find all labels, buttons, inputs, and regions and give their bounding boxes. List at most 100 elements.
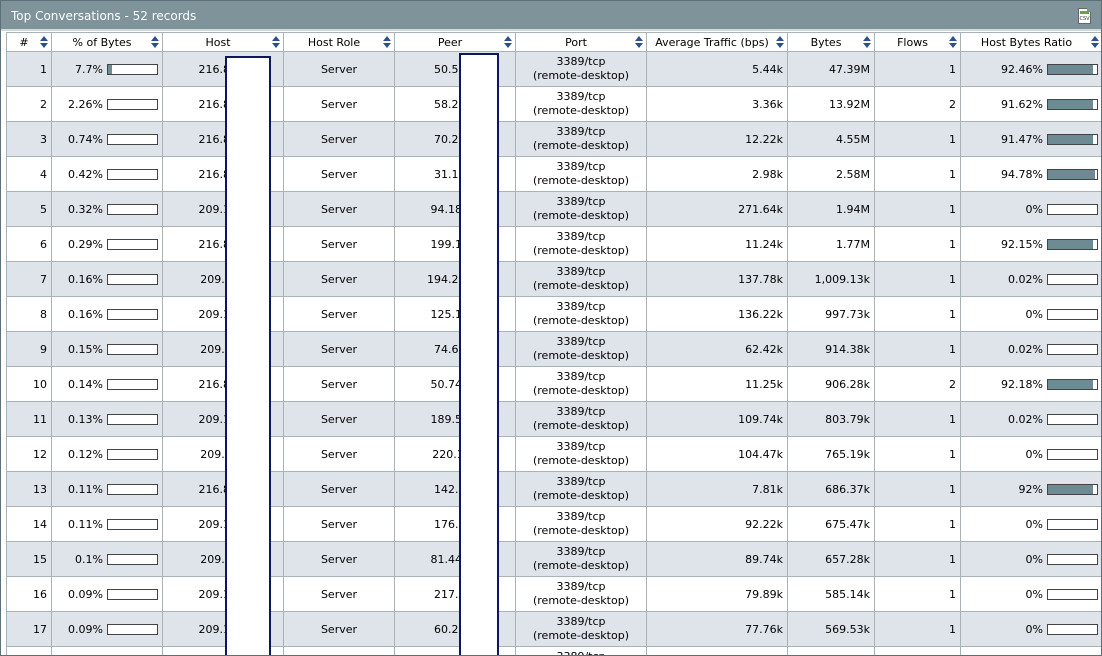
port-number: 3389/tcp <box>520 650 642 655</box>
table-row[interactable]: 7 0.16% 209.182 Server 194.225.2 3389/tcp (rem… <box>6 261 1101 297</box>
pct-bytes-value: 0.1% <box>75 552 103 566</box>
sort-icon[interactable] <box>949 36 957 48</box>
avg-traffic-cell: 89.74k <box>646 541 788 577</box>
flows-cell: 1 <box>874 261 961 297</box>
host-bytes-ratio-wrap: 0% <box>965 553 1098 566</box>
sort-icon[interactable] <box>383 36 391 48</box>
pct-bytes-wrap: 0.74% <box>56 133 158 146</box>
flows-cell: 1 <box>874 576 961 612</box>
flows-cell: 1 <box>874 506 961 542</box>
port-service: (remote-desktop) <box>532 454 629 467</box>
row-number: 18 <box>6 646 52 655</box>
col-header-label: % of Bytes <box>72 35 132 49</box>
conversations-table: # % of Bytes Host Host Role Peer Port Av… <box>6 32 1101 655</box>
table-row[interactable]: 2 2.26% 216.83.1 Server 58.218. 3389/tcp (remo… <box>6 86 1101 122</box>
table-row[interactable]: 8 0.16% 209.182. Server 125.126. 3389/tcp (rem… <box>6 296 1101 332</box>
port-number: 3389/tcp <box>556 440 606 453</box>
pct-bytes-bar <box>107 378 158 390</box>
avg-traffic-cell: 3.36k <box>646 86 788 122</box>
port-cell-wrap: 3389/tcp(remote-desktop) <box>520 230 642 258</box>
host-bytes-ratio-bar <box>1047 483 1098 495</box>
col-header-pct-bytes[interactable]: % of Bytes <box>51 32 163 52</box>
col-header-host-bytes-ratio[interactable]: Host Bytes Ratio <box>960 32 1101 52</box>
host-bytes-ratio-bar <box>1047 518 1098 530</box>
col-header-peer[interactable]: Peer <box>394 32 516 52</box>
host-role-cell: Server <box>283 611 395 647</box>
table-row[interactable]: 13 0.11% 216.83.1 Server 142.0.1 3389/tcp (rem… <box>6 471 1101 507</box>
avg-traffic-cell: 104.47k <box>646 436 788 472</box>
port-service: (remote-desktop) <box>532 349 629 362</box>
table-row[interactable]: 4 0.42% 216.83.1 Server 31.18.9 3389/tcp (remo… <box>6 156 1101 192</box>
row-number: 8 <box>6 296 52 332</box>
port-number: 3389/tcp <box>556 405 606 418</box>
table-row[interactable]: 11 0.13% 209.182. Server 189.55.3 3389/tcp (re… <box>6 401 1101 437</box>
table-row[interactable]: 17 0.09% 209.182. Server 60.28.1 3389/tcp (rem… <box>6 611 1101 647</box>
host-bytes-ratio-wrap: 0% <box>965 623 1098 636</box>
col-header-avg-traffic[interactable]: Average Traffic (bps) <box>646 32 788 52</box>
pct-bytes-bar <box>107 168 158 180</box>
table-row[interactable]: 10 0.14% 216.83.1 Server 50.74.18 3389/tcp (re… <box>6 366 1101 402</box>
sort-icon[interactable] <box>504 36 512 48</box>
port-cell-wrap: 3389/tcp(remote-desktop) <box>520 405 642 433</box>
host-bytes-ratio-bar <box>1047 448 1098 460</box>
sort-icon[interactable] <box>1091 36 1099 48</box>
host-role-cell: Server <box>283 86 395 122</box>
host-role-cell: Server <box>283 401 395 437</box>
table-row[interactable]: 12 0.12% 209.182 Server 220.117 3389/tcp (remo… <box>6 436 1101 472</box>
port-cell-wrap: 3389/tcp(remote-desktop) <box>520 440 642 468</box>
flows-cell: 1 <box>874 191 961 227</box>
row-number: 3 <box>6 121 52 157</box>
table-row[interactable]: 14 0.11% 209.182. Server 176.53. 3389/tcp (rem… <box>6 506 1101 542</box>
sort-icon[interactable] <box>635 36 643 48</box>
port-number: 3389/tcp <box>556 510 606 523</box>
port-cell-wrap: 3389/tcp(remote-desktop) <box>520 580 642 608</box>
host-bytes-ratio-wrap: 0% <box>965 203 1098 216</box>
pct-bytes-bar <box>107 203 158 215</box>
table-row[interactable]: 1 7.7% 216.83.1 Server 50.56.9 3389/tcp (remot… <box>6 51 1101 87</box>
col-header-num[interactable]: # <box>6 32 52 52</box>
port-service: (remote-desktop) <box>532 244 629 257</box>
pct-bytes-bar <box>107 63 158 75</box>
sort-icon[interactable] <box>272 36 280 48</box>
col-header-host[interactable]: Host <box>162 32 284 52</box>
col-header-bytes[interactable]: Bytes <box>787 32 875 52</box>
table-row[interactable]: 16 0.09% 209.182. Server 217.10. 3389/tcp (rem… <box>6 576 1101 612</box>
host-role-cell: Server <box>283 541 395 577</box>
sort-icon[interactable] <box>776 36 784 48</box>
port-cell: 3389/tcp(remote-desktop) <box>515 646 647 655</box>
host-role-cell: Server <box>283 646 395 655</box>
pct-bytes: 0.08% <box>51 646 163 655</box>
pct-bytes: 0.13% <box>51 401 163 437</box>
col-header-port[interactable]: Port <box>515 32 647 52</box>
pct-bytes: 0.09% <box>51 576 163 612</box>
table-row[interactable]: 3 0.74% 216.83.1 Server 70.25.3 3389/tcp (remo… <box>6 121 1101 157</box>
table-row[interactable]: 15 0.1% 209.182 Server 81.44.20 3389/tcp (remo… <box>6 541 1101 577</box>
row-number: 11 <box>6 401 52 437</box>
pct-bytes-value: 0.15% <box>68 342 103 356</box>
sort-icon[interactable] <box>40 36 48 48</box>
table-row[interactable]: 6 0.29% 216.83.1 Server 199.114. 3389/tcp (rem… <box>6 226 1101 262</box>
bytes-cell: 1.77M <box>787 226 875 262</box>
pct-bytes: 0.74% <box>51 121 163 157</box>
sort-icon[interactable] <box>151 36 159 48</box>
pct-bytes-bar <box>107 553 158 565</box>
port-number: 3389/tcp <box>556 160 606 173</box>
host-bytes-ratio-bar-fill <box>1048 64 1094 74</box>
host-bytes-ratio: 0.02% <box>960 261 1101 297</box>
pct-bytes-wrap: 0.09% <box>56 623 158 636</box>
sort-icon[interactable] <box>863 36 871 48</box>
pct-bytes-wrap: 2.26% <box>56 98 158 111</box>
port-number: 3389/tcp <box>556 370 606 383</box>
host-bytes-ratio: 0% <box>960 541 1101 577</box>
host-bytes-ratio: 94.78% <box>960 156 1101 192</box>
csv-export-icon[interactable]: CSV <box>1078 8 1091 24</box>
port-cell: 3389/tcp(remote-desktop) <box>515 541 647 577</box>
table-row[interactable]: 5 0.32% 209.182. Server 94.182.2 3389/tcp (rem… <box>6 191 1101 227</box>
row-number: 1 <box>6 51 52 87</box>
row-number: 6 <box>6 226 52 262</box>
pct-bytes: 0.11% <box>51 471 163 507</box>
table-row[interactable]: 9 0.15% 209.182 Server 74.62.9 3389/tcp (remot… <box>6 331 1101 367</box>
col-header-flows[interactable]: Flows <box>874 32 961 52</box>
table-row[interactable]: 180.08%209.182Server109.1973389/tcp(remo… <box>6 646 1101 655</box>
col-header-host-role[interactable]: Host Role <box>283 32 395 52</box>
